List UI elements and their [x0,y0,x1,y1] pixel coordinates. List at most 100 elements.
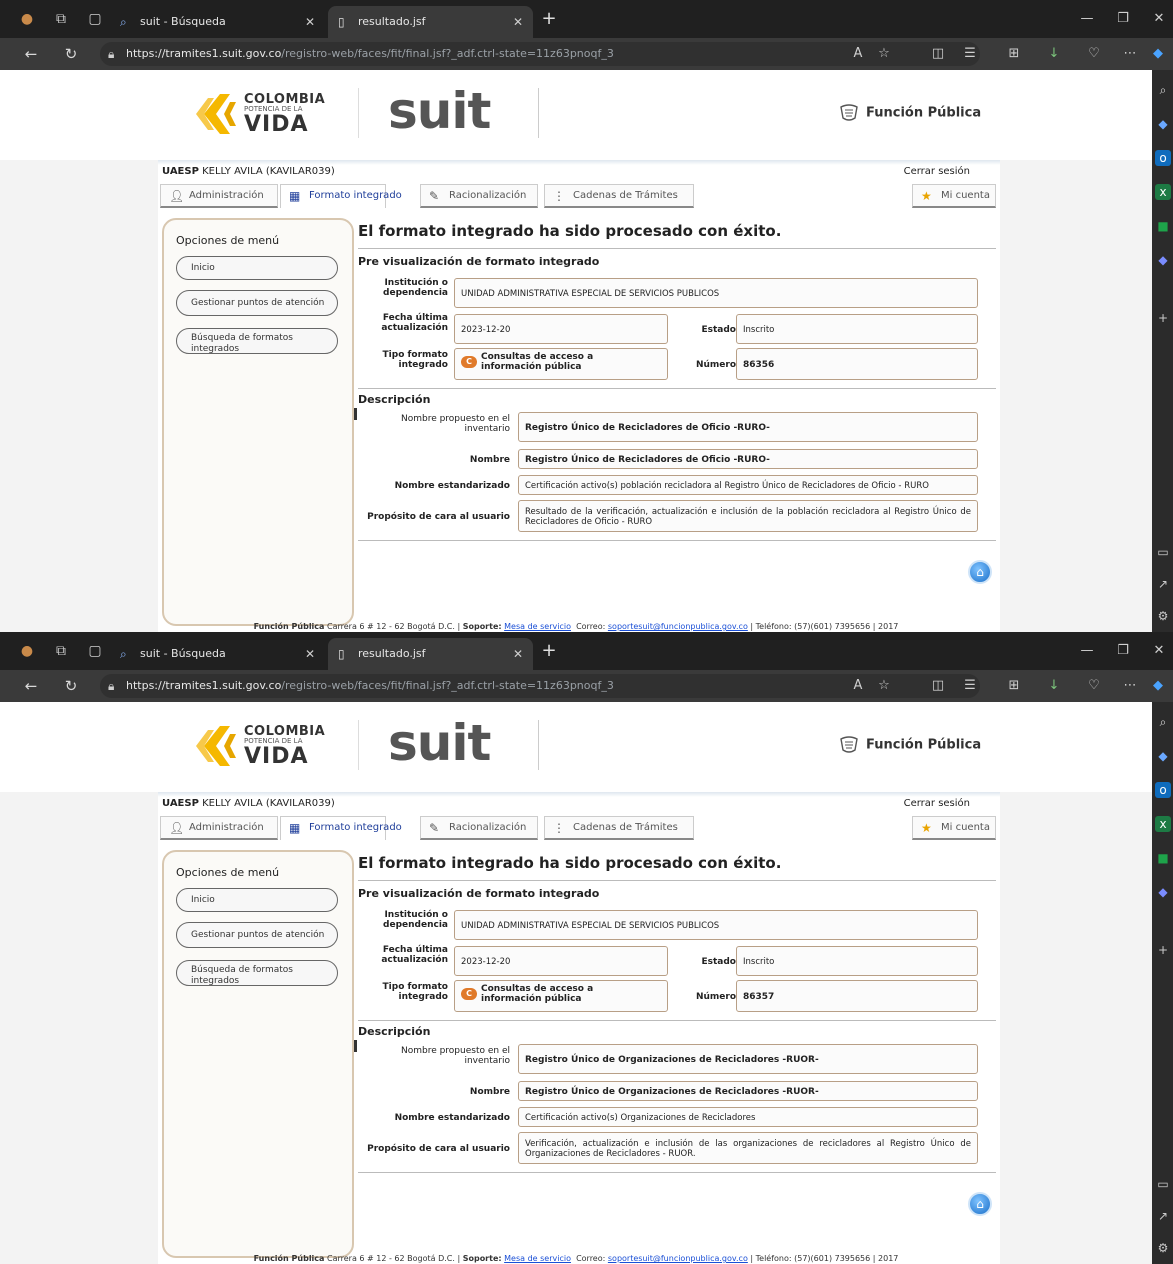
shopping-icon[interactable]: ◆ [1155,748,1171,764]
sidebar-item-inicio[interactable]: Inicio [176,888,338,912]
minimize-button[interactable]: — [1076,640,1098,662]
add-icon[interactable]: + [1155,310,1171,326]
external-link-icon[interactable]: ↗ [1155,1208,1171,1224]
sidebar-item-inicio[interactable]: Inicio [176,256,338,280]
shopping-icon[interactable]: ◆ [1155,116,1171,132]
sidebar-item-busqueda-formatos[interactable]: Búsqueda de formatos integrados [176,328,338,354]
more-menu-icon[interactable]: ⋯ [1120,44,1140,64]
lock-icon[interactable]: 🔒︎ [108,674,114,698]
close-window-button[interactable]: ✕ [1148,8,1170,30]
favorite-star-icon[interactable]: ☆ [874,676,894,696]
refresh-button[interactable]: ↻ [60,676,82,696]
tab-actions-icon[interactable]: ▢ [86,642,104,660]
search-icon[interactable]: ⌕ [1155,82,1171,98]
favorite-star-icon[interactable]: ☆ [874,44,894,64]
tools-icon[interactable]: ◆ [1155,884,1171,900]
sidebar-toggle-icon[interactable]: ▭ [1155,544,1171,560]
external-link-icon[interactable]: ↗ [1155,576,1171,592]
workspaces-icon[interactable]: ⧉ [52,10,70,28]
workspaces-icon[interactable]: ⧉ [52,642,70,660]
tab-mi-cuenta[interactable]: ★ Mi cuenta [912,816,996,840]
back-button[interactable]: ← [20,44,42,64]
tab-cadenas-tramites[interactable]: ⋮ Cadenas de Trámites [544,816,694,840]
mesa-de-servicio-link[interactable]: Mesa de servicio [504,622,571,631]
read-aloud-icon[interactable]: A [848,676,868,696]
lock-icon[interactable]: 🔒︎ [108,42,114,66]
back-button[interactable]: ← [20,676,42,696]
web-page: COLOMBIA POTENCIA DE LA VIDA suit Funció… [0,702,1152,1264]
close-icon[interactable]: ✕ [513,638,523,670]
tab-racionalizacion[interactable]: ✎ Racionalización [420,184,538,208]
restore-button[interactable]: ❐ [1112,8,1134,30]
collections-icon[interactable]: ⊞ [1004,676,1024,696]
favorites-icon[interactable]: ☰ [960,44,980,64]
chain-icon: ⋮ [553,821,565,835]
collapse-handle-icon[interactable] [354,408,357,420]
tab-mi-cuenta[interactable]: ★ Mi cuenta [912,184,996,208]
copilot-icon[interactable]: ◆ [1148,44,1168,64]
copilot-icon[interactable]: ◆ [1148,676,1168,696]
edit-icon: ✎ [429,821,440,835]
support-email-link[interactable]: soportesuit@funcionpublica.gov.co [608,622,748,631]
support-email-link[interactable]: soportesuit@funcionpublica.gov.co [608,1254,748,1263]
tab-administracion[interactable]: 👤︎ Administración [160,816,278,840]
outlook-icon[interactable]: o [1155,782,1171,798]
tab-actions-icon[interactable]: ▢ [86,10,104,28]
more-menu-icon[interactable]: ⋯ [1120,676,1140,696]
settings-gear-icon[interactable]: ⚙ [1155,1240,1171,1256]
profile-avatar-icon[interactable]: ● [18,642,36,660]
tab-resultado[interactable]: ▯ resultado.jsf ✕ [328,6,533,38]
read-aloud-icon[interactable]: A [848,44,868,64]
home-button[interactable]: ⌂ [968,560,992,584]
games-icon[interactable]: ■ [1155,218,1171,234]
divider [538,88,539,138]
home-button[interactable]: ⌂ [968,1192,992,1216]
tab-suit-busqueda[interactable]: ⌕ suit - Búsqueda ✕ [110,6,325,38]
sidebar-item-busqueda-formatos[interactable]: Búsqueda de formatos integrados [176,960,338,986]
close-icon[interactable]: ✕ [513,6,523,38]
logout-link[interactable]: Cerrar sesión [904,798,970,809]
tab-resultado[interactable]: ▯ resultado.jsf ✕ [328,638,533,670]
download-icon[interactable]: ↓ [1044,44,1064,64]
close-icon[interactable]: ✕ [305,638,315,670]
sidebar-item-gestionar-puntos[interactable]: Gestionar puntos de atención [176,922,338,948]
mesa-de-servicio-link[interactable]: Mesa de servicio [504,1254,571,1263]
favorites-icon[interactable]: ☰ [960,676,980,696]
tab-racionalizacion[interactable]: ✎ Racionalización [420,816,538,840]
download-icon[interactable]: ↓ [1044,676,1064,696]
collapse-handle-icon[interactable] [354,1040,357,1052]
excel-icon[interactable]: x [1155,184,1171,200]
logout-link[interactable]: Cerrar sesión [904,166,970,177]
settings-gear-icon[interactable]: ⚙ [1155,608,1171,624]
new-tab-button[interactable]: + [538,638,560,664]
browser-essentials-icon[interactable]: ♡ [1084,44,1104,64]
address-bar-row: ← ↻ 🔒︎ https://tramites1.suit.gov.co/reg… [0,670,1173,702]
sidebar-item-gestionar-puntos[interactable]: Gestionar puntos de atención [176,290,338,316]
refresh-button[interactable]: ↻ [60,44,82,64]
institucion-label: Institución o dependencia [383,910,448,930]
outlook-icon[interactable]: o [1155,150,1171,166]
close-window-button[interactable]: ✕ [1148,640,1170,662]
collections-icon[interactable]: ⊞ [1004,44,1024,64]
games-icon[interactable]: ■ [1155,850,1171,866]
browser-essentials-icon[interactable]: ♡ [1084,676,1104,696]
tab-formato-integrado[interactable]: ▦ Formato integrado [280,184,402,208]
tab-cadenas-tramites[interactable]: ⋮ Cadenas de Trámites [544,184,694,208]
profile-avatar-icon[interactable]: ● [18,10,36,28]
add-icon[interactable]: + [1155,942,1171,958]
split-screen-icon[interactable]: ◫ [928,676,948,696]
split-screen-icon[interactable]: ◫ [928,44,948,64]
tab-administracion[interactable]: 👤︎ Administración [160,184,278,208]
tools-icon[interactable]: ◆ [1155,252,1171,268]
tab-formato-integrado[interactable]: ▦ Formato integrado [280,816,402,840]
search-icon[interactable]: ⌕ [1155,714,1171,730]
excel-icon[interactable]: x [1155,816,1171,832]
fecha-label: Fecha última actualización [381,945,448,965]
close-icon[interactable]: ✕ [305,6,315,38]
tab-suit-busqueda[interactable]: ⌕ suit - Búsqueda ✕ [110,638,325,670]
sidebar-toggle-icon[interactable]: ▭ [1155,1176,1171,1192]
restore-button[interactable]: ❐ [1112,640,1134,662]
colombia-logo: COLOMBIA POTENCIA DE LA VIDA [190,720,325,772]
minimize-button[interactable]: — [1076,8,1098,30]
new-tab-button[interactable]: + [538,6,560,32]
